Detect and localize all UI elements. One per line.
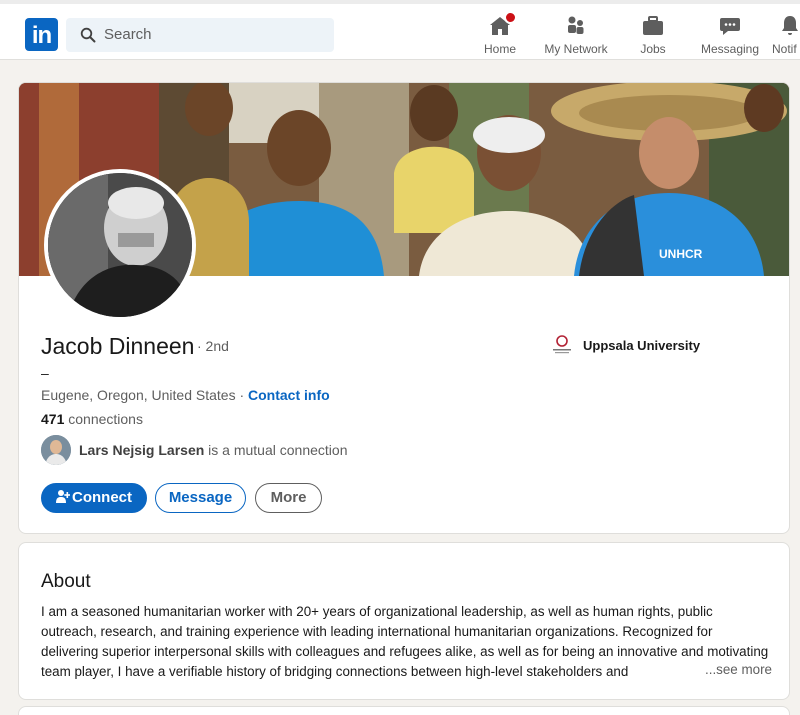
nav-notifications-label: Notif	[772, 42, 797, 56]
location-text: Eugene, Oregon, United States ·	[41, 387, 249, 403]
nav-jobs-label: Jobs	[640, 42, 666, 56]
about-text: I am a seasoned humanitarian worker with…	[41, 604, 769, 679]
message-button[interactable]: Message	[155, 483, 246, 513]
mutual-connection-suffix: is a mutual connection	[204, 442, 348, 458]
education-name: Uppsala University	[583, 338, 701, 353]
search-icon	[80, 27, 96, 43]
nav-home-label: Home	[483, 42, 516, 56]
mutual-connection-text: Lars Nejsig Larsen is a mutual connectio…	[79, 442, 347, 458]
nav-my-network-label: My Network	[544, 42, 608, 56]
nav-jobs[interactable]: Jobs	[638, 14, 668, 56]
about-heading: About	[41, 571, 91, 592]
university-logo	[549, 333, 575, 359]
connect-button[interactable]: Connect	[41, 483, 147, 513]
svg-text:UNHCR: UNHCR	[659, 247, 703, 261]
more-button[interactable]: More	[255, 483, 322, 513]
search-bar[interactable]: Search	[66, 18, 334, 52]
mutual-connection-name: Lars Nejsig Larsen	[79, 442, 205, 458]
bell-icon	[778, 14, 800, 38]
add-person-icon	[56, 490, 71, 503]
home-icon	[488, 11, 517, 38]
nav-notifications[interactable]: Notif	[772, 14, 800, 56]
briefcase-icon	[641, 14, 665, 38]
profile-name: Jacob Dinneen	[41, 333, 195, 359]
connections-number: 471	[41, 411, 65, 427]
profile-headline: –	[41, 365, 49, 381]
nav-messaging[interactable]: Messaging	[700, 14, 760, 56]
mutual-connection-avatar	[41, 435, 71, 465]
connections-label: connections	[64, 411, 143, 427]
chat-icon	[718, 14, 742, 38]
connect-button-label: Connect	[72, 489, 132, 506]
browser-top-edge	[0, 0, 800, 4]
top-navigation-bar: in Search Home My Network Jobs Messaging…	[0, 0, 800, 60]
profile-card: UNHCR Jacob Dinneen · 2nd – Eugene, Oreg…	[18, 82, 790, 534]
see-more-link[interactable]: ...see more	[701, 662, 772, 677]
nav-messaging-label: Messaging	[700, 42, 760, 56]
linkedin-logo[interactable]: in	[25, 18, 58, 51]
nav-home[interactable]: Home	[482, 11, 518, 56]
nav-my-network[interactable]: My Network	[543, 14, 609, 56]
profile-location: Eugene, Oregon, United States · Contact …	[41, 387, 330, 403]
connection-degree: · 2nd	[197, 338, 229, 354]
connections-count[interactable]: 471 connections	[41, 411, 143, 427]
people-icon	[564, 14, 588, 38]
contact-info-link[interactable]: Contact info	[248, 387, 330, 403]
about-card: About I am a seasoned humanitarian worke…	[18, 542, 790, 700]
search-input[interactable]: Search	[104, 18, 152, 52]
profile-avatar[interactable]	[44, 169, 196, 321]
next-section-card	[18, 706, 790, 715]
notification-badge	[504, 11, 517, 24]
